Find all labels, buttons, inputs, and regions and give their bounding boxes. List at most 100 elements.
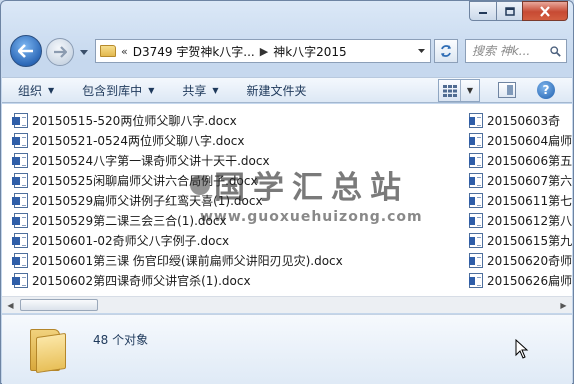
- search-icon[interactable]: [550, 45, 561, 58]
- arrow-right-icon: [54, 46, 67, 58]
- include-in-library-menu[interactable]: 包含到库中 ▼: [76, 79, 160, 101]
- refresh-icon: [441, 45, 451, 57]
- word-document-icon: [12, 172, 28, 188]
- file-item[interactable]: 20150529第二课三会三合(1).docx: [12, 210, 454, 230]
- scroll-right-arrow[interactable]: ▶: [555, 297, 572, 313]
- file-item[interactable]: 20150607第六: [469, 170, 572, 190]
- address-dropdown-button[interactable]: [412, 40, 430, 62]
- word-document-icon: [12, 192, 28, 208]
- minimize-icon: [479, 12, 487, 14]
- address-bar[interactable]: « D3749 宇贺神k八字... ▶ 神k八字2015: [95, 39, 431, 63]
- new-folder-button[interactable]: 新建文件夹: [241, 79, 313, 101]
- file-name: 20150620奇师: [487, 253, 572, 268]
- caption-buttons: [469, 1, 568, 21]
- search-box[interactable]: [465, 39, 567, 63]
- file-name: 20150529第二课三会三合(1).docx: [32, 213, 227, 228]
- file-name: 20150607第六: [487, 173, 572, 188]
- file-name: 20150529扁师父讲例子红鸾天喜(1).docx: [32, 193, 263, 208]
- word-document-icon: [469, 212, 483, 228]
- file-item[interactable]: 20150615第九: [469, 230, 572, 250]
- word-document-icon: [469, 112, 483, 128]
- chevron-down-icon: [417, 49, 425, 53]
- file-item[interactable]: 20150515-520两位师父聊八字.docx: [12, 110, 454, 130]
- chevron-down-icon: ▼: [148, 85, 155, 95]
- file-name: 20150601第三课 伤官印绶(课前扁师父讲阳刃见灾).docx: [32, 253, 343, 268]
- word-document-icon: [12, 112, 28, 128]
- forward-button[interactable]: [46, 38, 74, 66]
- folder-icon: [30, 325, 70, 374]
- file-name: 20150611第七: [487, 193, 572, 208]
- refresh-button[interactable]: [434, 39, 458, 63]
- word-document-icon: [469, 192, 483, 208]
- chevron-down-icon: [80, 49, 88, 55]
- help-button[interactable]: ?: [537, 81, 555, 99]
- word-document-icon: [469, 272, 483, 288]
- word-document-icon: [469, 232, 483, 248]
- file-item[interactable]: 20150620奇师: [469, 250, 572, 270]
- scroll-left-arrow[interactable]: ◀: [2, 297, 19, 313]
- file-name: 20150615第九: [487, 233, 572, 248]
- file-name: 20150612第八: [487, 213, 572, 228]
- file-item[interactable]: 20150602第四课奇师父讲官杀(1).docx: [12, 270, 454, 290]
- navigation-bar: « D3749 宇贺神k八字... ▶ 神k八字2015: [9, 33, 569, 69]
- file-item[interactable]: 20150601第三课 伤官印绶(课前扁师父讲阳刃见灾).docx: [12, 250, 454, 270]
- file-item[interactable]: 20150529扁师父讲例子红鸾天喜(1).docx: [12, 190, 454, 210]
- file-item[interactable]: 20150525闲聊扁师父讲六合局例子.docx: [12, 170, 454, 190]
- word-document-icon: [469, 172, 483, 188]
- file-item[interactable]: 20150521-0524两位师父聊八字.docx: [12, 130, 454, 150]
- help-icon: ?: [542, 83, 550, 97]
- include-in-library-label: 包含到库中: [82, 83, 143, 98]
- file-name: 20150626扁师: [487, 273, 572, 288]
- word-document-icon: [12, 132, 28, 148]
- file-item[interactable]: 20150604扁师: [469, 130, 572, 150]
- breadcrumb-parent[interactable]: D3749 宇贺神k八字...: [133, 43, 255, 60]
- change-view-button[interactable]: ▼: [438, 79, 480, 102]
- share-menu[interactable]: 共享 ▼: [176, 79, 224, 101]
- command-bar: 组织 ▼ 包含到库中 ▼ 共享 ▼ 新建文件夹 ▼ ?: [2, 77, 572, 103]
- horizontal-scrollbar[interactable]: ◀ ▶: [2, 296, 572, 313]
- file-item[interactable]: 20150524八字第一课奇师父讲十天干.docx: [12, 150, 454, 170]
- file-name: 20150602第四课奇师父讲官杀(1).docx: [32, 273, 251, 288]
- file-column-left: 20150515-520两位师父聊八字.docx 20150521-0524两位师…: [12, 110, 454, 290]
- file-name: 20150606第五: [487, 153, 572, 168]
- list-view-icon[interactable]: [439, 80, 461, 101]
- file-item[interactable]: 20150626扁师: [469, 270, 572, 290]
- file-name: 20150521-0524两位师父聊八字.docx: [32, 133, 245, 148]
- file-name: 20150515-520两位师父聊八字.docx: [32, 113, 237, 128]
- word-document-icon: [12, 232, 28, 248]
- breadcrumb-current[interactable]: 神k八字2015: [273, 43, 347, 60]
- close-icon: [540, 5, 550, 17]
- preview-pane-button[interactable]: [498, 82, 516, 98]
- breadcrumb-separator[interactable]: ▶: [260, 45, 268, 58]
- address-overflow[interactable]: «: [121, 45, 128, 58]
- maximize-button[interactable]: [496, 1, 522, 21]
- chevron-down-icon: ▼: [48, 85, 55, 95]
- chevron-down-icon[interactable]: ▼: [461, 86, 479, 95]
- file-item[interactable]: 20150606第五: [469, 150, 572, 170]
- organize-menu[interactable]: 组织 ▼: [12, 79, 60, 101]
- chevron-down-icon: ▼: [212, 85, 219, 95]
- word-document-icon: [469, 132, 483, 148]
- file-item[interactable]: 20150603奇: [469, 110, 572, 130]
- word-document-icon: [469, 152, 483, 168]
- search-input[interactable]: [472, 44, 550, 58]
- file-item[interactable]: 20150611第七: [469, 190, 572, 210]
- file-name: 20150525闲聊扁师父讲六合局例子.docx: [32, 173, 258, 188]
- file-name: 20150601-02奇师父八字例子.docx: [32, 233, 230, 248]
- new-folder-label: 新建文件夹: [246, 83, 307, 98]
- mouse-cursor-icon: [515, 339, 529, 359]
- folder-icon: [100, 45, 116, 57]
- word-document-icon: [12, 252, 28, 268]
- file-name: 20150604扁师: [487, 133, 572, 148]
- minimize-button[interactable]: [469, 1, 496, 21]
- file-item[interactable]: 20150612第八: [469, 210, 572, 230]
- file-list-pane[interactable]: 20150515-520两位师父聊八字.docx 20150521-0524两位师…: [2, 104, 572, 296]
- file-item[interactable]: 20150601-02奇师父八字例子.docx: [12, 230, 454, 250]
- word-document-icon: [469, 252, 483, 268]
- close-button[interactable]: [522, 1, 568, 21]
- scroll-thumb[interactable]: [20, 299, 98, 311]
- recent-pages-button[interactable]: [79, 47, 89, 57]
- back-button[interactable]: [10, 35, 42, 67]
- details-pane: 48 个对象: [2, 314, 572, 384]
- file-name: 20150524八字第一课奇师父讲十天干.docx: [32, 153, 270, 168]
